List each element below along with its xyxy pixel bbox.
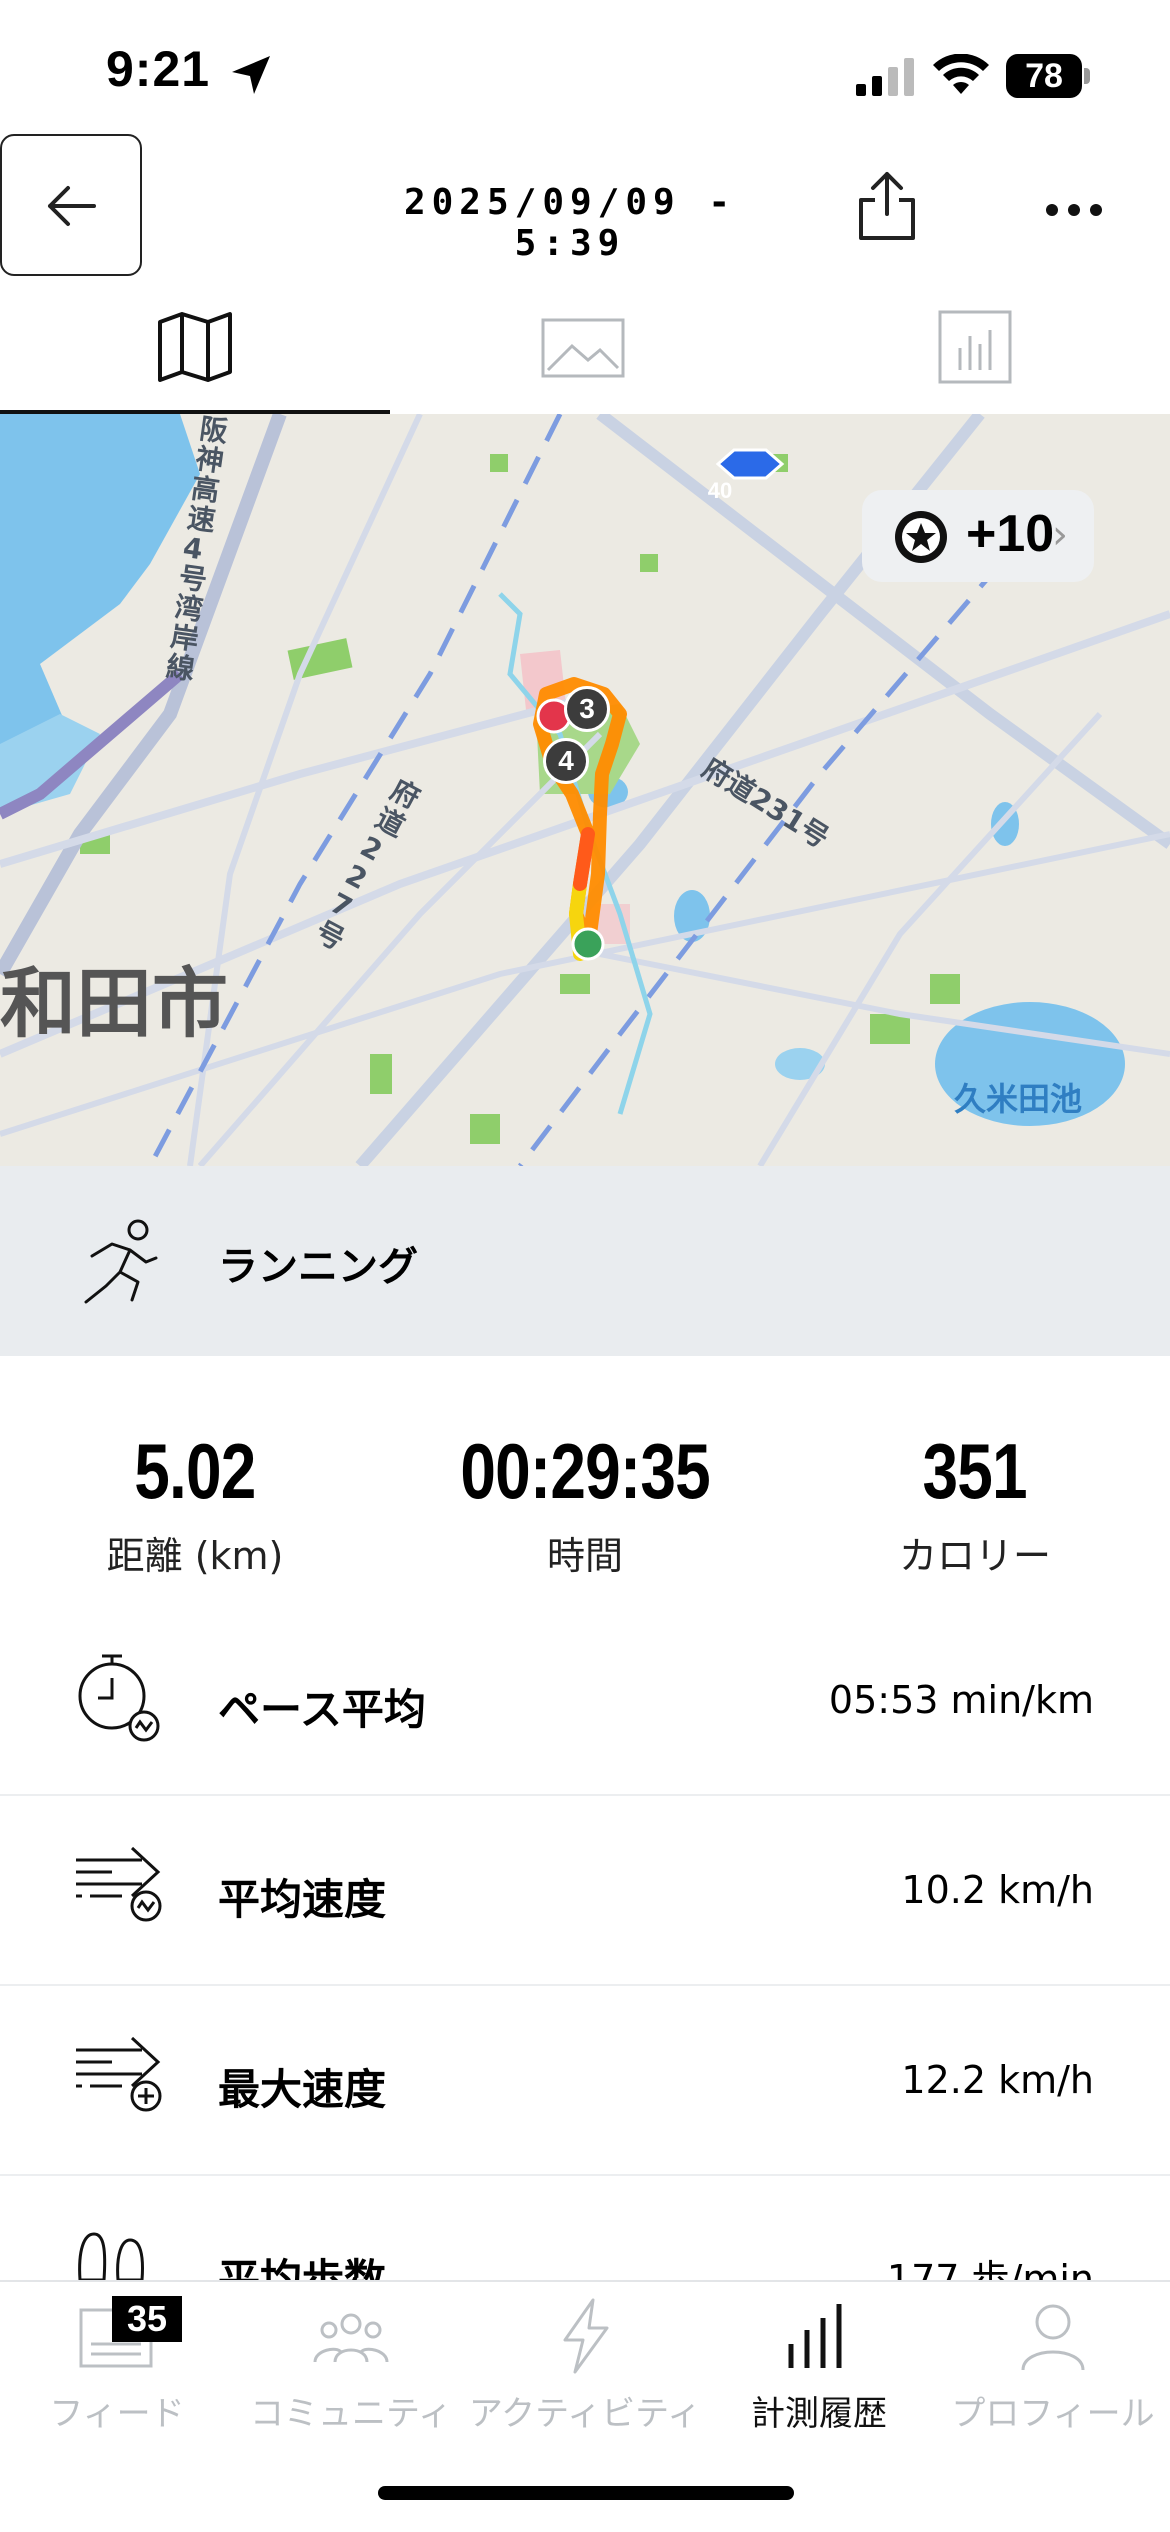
calories-label: カロリー [898,1534,1051,1578]
wifi-icon [933,54,989,94]
map-label-route40: 40 [707,478,733,503]
nav-profile[interactable]: プロフィール [936,2282,1170,2434]
calories-value: 351 [922,1427,1028,1515]
distance-label: 距離 (km) [106,1534,284,1578]
tab-charts[interactable] [780,280,1170,414]
stat-time: 00:29:35 時間 [390,1426,780,1580]
nav-community[interactable]: コミュニティ [234,2282,468,2434]
km-marker-4: 4 [543,738,589,784]
metric-row-pace: ペース平均 05:53 min/km [0,1606,1170,1796]
metric-label-pace: ペース平均 [218,1685,426,1734]
max-speed-icon [76,2036,162,2112]
distance-value: 5.02 [134,1427,256,1515]
bar-chart-icon [938,310,1012,384]
nav-activity-label: アクティビティ [468,2394,702,2434]
share-icon[interactable] [855,170,919,242]
activity-type-row: ランニング [0,1166,1170,1356]
location-arrow-icon [232,56,270,94]
tab-bar [0,280,1170,414]
more-options-icon[interactable] [1044,200,1104,220]
metric-value-avg-speed: 10.2 km/h [901,1868,1094,1912]
profile-icon [1021,2304,1085,2371]
battery-icon: 78 [1006,54,1090,98]
battery-level: 78 [1006,54,1082,98]
time-label: 時間 [546,1534,623,1578]
metric-value-max-speed: 12.2 km/h [901,2058,1094,2102]
home-indicator [378,2486,794,2500]
metric-row-max-speed: 最大速度 12.2 km/h [0,1986,1170,2176]
nav-activity[interactable]: アクティビティ [468,2282,702,2434]
metric-label-avg-speed: 平均速度 [218,1875,387,1924]
metric-value-pace: 05:53 min/km [828,1678,1094,1722]
back-arrow-icon [48,186,96,226]
lightning-icon [563,2298,609,2374]
nav-profile-label: プロフィール [951,2394,1155,2434]
status-bar: 9:21 78 [0,0,1170,130]
status-time: 9:21 [106,41,211,97]
back-button[interactable] [0,134,142,276]
star-medal-icon [895,511,947,563]
tab-photos[interactable] [390,280,780,414]
nav-feed[interactable]: 35 フィード [0,2282,234,2434]
achievement-badge-button[interactable]: +10 › [862,490,1094,582]
history-chart-icon [788,2304,842,2368]
feed-badge: 35 [112,2296,182,2342]
page-title: 2025/09/09 - 5:39 [403,182,737,264]
achievement-count: +10 [966,505,1055,563]
chevron-right-icon: › [1052,512,1068,558]
header: 2025/09/09 - 5:39 [0,130,1170,280]
community-icon [313,2313,389,2363]
cellular-signal-icon [856,58,914,96]
nav-history[interactable]: 計測履歴 [702,2282,936,2434]
tab-map[interactable] [0,280,390,414]
metric-label-max-speed: 最大速度 [218,2065,387,2114]
metric-row-avg-speed: 平均速度 10.2 km/h [0,1796,1170,1986]
activity-type-label: ランニング [218,1244,418,1290]
activity-summary: 5.02 距離 (km) 00:29:35 時間 351 カロリー [0,1356,1170,1606]
nav-history-label: 計測履歴 [751,2394,887,2434]
stat-distance: 5.02 距離 (km) [0,1426,390,1580]
image-icon [541,318,625,378]
map-label-pond: 久米田池 [954,1080,1083,1118]
nav-community-label: コミュニティ [250,2394,452,2434]
map-icon [158,312,232,382]
km-marker-3: 3 [564,686,610,732]
pace-timer-icon [78,1654,160,1742]
nav-feed-label: フィード [49,2394,185,2434]
time-value: 00:29:35 [460,1427,710,1515]
avg-speed-icon [76,1846,162,1922]
stat-calories: 351 カロリー [780,1426,1170,1580]
running-icon [84,1219,158,1304]
map-label-city: 和田市 [0,959,228,1048]
